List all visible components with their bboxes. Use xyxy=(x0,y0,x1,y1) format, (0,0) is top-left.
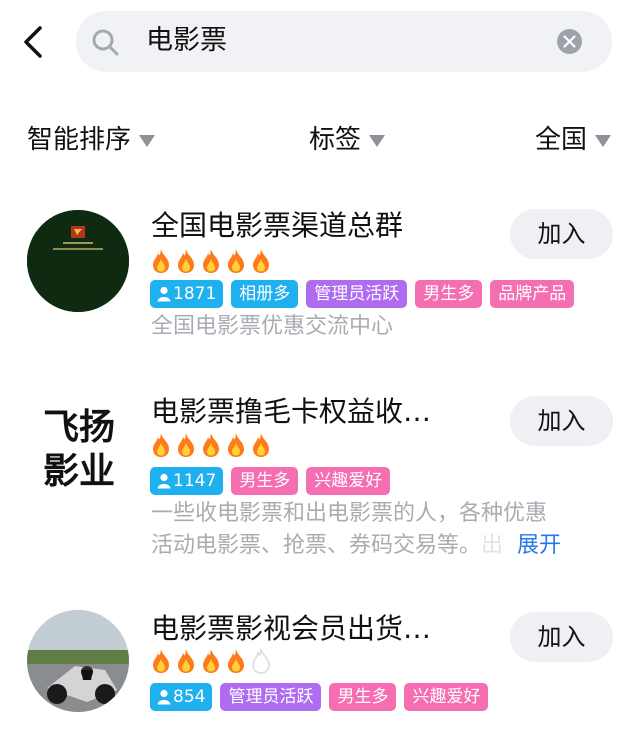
flame-icon xyxy=(178,649,194,673)
flame-icon xyxy=(203,249,219,273)
description-fade: 出 xyxy=(481,533,504,558)
tag-list: 854 管理员活跃 男生多 兴趣爱好 xyxy=(150,683,489,711)
group-title: 电影票撸毛卡权益收… xyxy=(151,395,432,428)
description-line: 一些收电影票和出电影票的人，各种优惠 xyxy=(151,501,548,526)
flame-rating xyxy=(150,648,272,676)
flame-icon xyxy=(228,649,244,673)
tag: 兴趣爱好 xyxy=(306,467,391,495)
flame-icon xyxy=(203,649,219,673)
tag: 兴趣爱好 xyxy=(404,683,489,711)
member-count: 854 xyxy=(173,687,206,707)
member-count-badge: 854 xyxy=(150,683,213,711)
tag: 品牌产品 xyxy=(490,280,575,308)
flame-icon xyxy=(253,249,269,273)
person-icon xyxy=(157,473,171,489)
description-text: 活动电影票、抢票、券码交易等。 xyxy=(151,533,482,558)
filter-region-label: 全国 xyxy=(535,125,588,155)
member-count: 1147 xyxy=(173,471,217,491)
member-count: 1871 xyxy=(173,284,217,304)
tag: 管理员活跃 xyxy=(306,280,408,308)
join-button[interactable]: 加入 xyxy=(510,396,613,446)
flame-icon xyxy=(253,433,269,457)
filter-region[interactable]: 全国 xyxy=(535,122,612,158)
group-title: 全国电影票渠道总群 xyxy=(151,209,404,242)
flame-rating xyxy=(150,432,272,460)
join-button[interactable]: 加入 xyxy=(510,612,613,662)
dropdown-triangle-icon xyxy=(595,134,612,147)
back-arrow-icon xyxy=(24,26,42,58)
clear-icon[interactable] xyxy=(557,29,582,54)
back-button[interactable] xyxy=(18,22,50,62)
group-avatar xyxy=(27,610,129,712)
join-button[interactable]: 加入 xyxy=(510,209,613,259)
avatar-text-line: 飞扬 xyxy=(42,407,115,448)
dropdown-triangle-icon xyxy=(139,134,156,147)
member-count-badge: 1147 xyxy=(150,467,224,495)
flame-icon xyxy=(178,433,194,457)
flame-empty-icon xyxy=(252,648,270,674)
filter-sort-label: 智能排序 xyxy=(27,125,132,155)
search-bar[interactable]: 电影票 xyxy=(76,11,612,72)
flame-icon xyxy=(203,433,219,457)
member-count-badge: 1871 xyxy=(150,280,224,308)
group-avatar: 飞扬 影业 xyxy=(34,406,124,494)
tag: 相册多 xyxy=(231,280,299,308)
flame-icon xyxy=(153,649,169,673)
group-description: 全国电影票优惠交流中心 xyxy=(151,314,394,339)
tag: 男生多 xyxy=(231,467,299,495)
tag: 管理员活跃 xyxy=(220,683,322,711)
expand-link[interactable]: 展开 xyxy=(517,533,561,558)
flame-icon xyxy=(153,249,169,273)
tag-list: 1147 男生多 兴趣爱好 xyxy=(150,467,391,495)
search-icon xyxy=(90,27,122,63)
description-line: 活动电影票、抢票、券码交易等。出 展开 xyxy=(151,530,616,562)
flame-icon xyxy=(228,249,244,273)
avatar-text-line: 影业 xyxy=(42,451,115,492)
flame-rating xyxy=(150,248,272,276)
filter-tags[interactable]: 标签 xyxy=(309,122,386,158)
dropdown-triangle-icon xyxy=(369,134,386,147)
group-description: 一些收电影票和出电影票的人，各种优惠 活动电影票、抢票、券码交易等。出 展开 xyxy=(151,498,616,562)
tag-list: 1871 相册多 管理员活跃 男生多 品牌产品 xyxy=(150,280,575,308)
tag: 男生多 xyxy=(415,280,483,308)
flame-icon xyxy=(153,433,169,457)
group-avatar xyxy=(27,210,129,312)
search-input[interactable]: 电影票 xyxy=(146,23,227,59)
flame-icon xyxy=(178,249,194,273)
tag: 男生多 xyxy=(329,683,397,711)
filter-tags-label: 标签 xyxy=(309,125,362,155)
person-icon xyxy=(157,689,171,705)
person-icon xyxy=(157,286,171,302)
flame-icon xyxy=(228,433,244,457)
filter-sort[interactable]: 智能排序 xyxy=(27,122,156,158)
group-title: 电影票影视会员出货… xyxy=(151,612,432,645)
